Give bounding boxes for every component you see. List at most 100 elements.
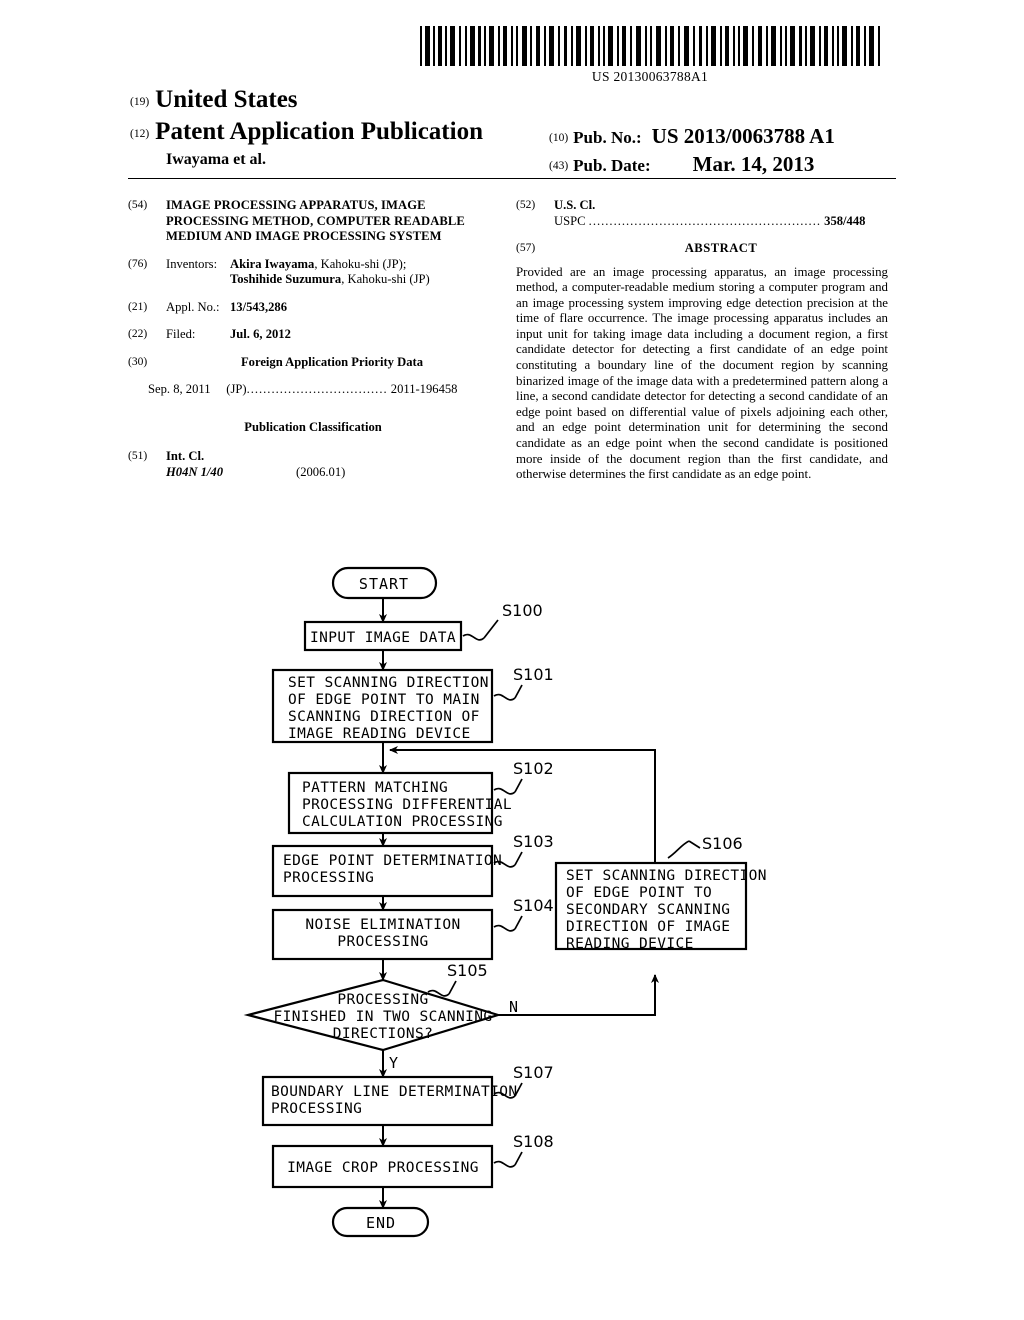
flow-node-s107: BOUNDARY LINE DETERMINATION PROCESSING S…	[261, 1063, 554, 1127]
flowchart-figure: START INPUT IMAGE DATA S100 SET SCANNING…	[0, 560, 1024, 1260]
field-appl-no: (21) Appl. No.: 13/543,286	[128, 300, 498, 316]
pubno-value: US 2013/0063788 A1	[651, 124, 835, 148]
field-inventors: (76) Inventors: Akira Iwayama, Kahoku-shi…	[128, 257, 498, 288]
invention-title: IMAGE PROCESSING APPARATUS, IMAGE PROCES…	[166, 198, 465, 243]
publication-classification-heading: Publication Classification	[244, 419, 382, 434]
flow-node-s104: NOISE ELIMINATION PROCESSING S104	[271, 896, 554, 961]
field-int-cl: (51) Int. Cl. H04N 1/40 (2006.01)	[128, 449, 498, 480]
s108-line-0: IMAGE CROP PROCESSING	[287, 1160, 479, 1176]
flow-node-end: END	[331, 1206, 430, 1238]
s106-line-0: SET SCANNING DIRECTION	[566, 868, 767, 884]
s106-line-3: DIRECTION OF IMAGE	[566, 919, 730, 935]
field-code-54: (54)	[128, 199, 148, 211]
inventor-2-city: , Kahoku-shi (JP)	[341, 272, 430, 286]
page-title: Patent Application Publication	[155, 118, 483, 145]
s107-step-id: S107	[513, 1063, 554, 1082]
field-code-30: (30)	[128, 355, 148, 368]
s104-line-0: NOISE ELIMINATION	[305, 917, 460, 933]
field-code-76: (76)	[128, 257, 148, 270]
intcl-version: (2006.01)	[296, 464, 346, 479]
s104-step-id: S104	[513, 896, 554, 915]
start-label: START	[359, 575, 409, 593]
uscl-body: U.S. Cl. USPC ..........................…	[554, 198, 888, 229]
abstract-heading: ABSTRACT	[684, 241, 758, 255]
foreign-priority-heading: Foreign Application Priority Data	[240, 354, 423, 369]
flow-node-start: START	[331, 566, 438, 600]
s102-line-2: CALCULATION PROCESSING	[302, 814, 503, 830]
uspc-row: USPC ...................................…	[554, 214, 888, 230]
flow-node-s103: EDGE POINT DETERMINATION PROCESSING S103	[271, 832, 554, 898]
intcl-body: Int. Cl. H04N 1/40 (2006.01)	[166, 449, 498, 480]
s107-line-1: PROCESSING	[271, 1101, 362, 1117]
abstract-heading-body: ABSTRACT	[554, 241, 888, 257]
s105-yes-label: Y	[389, 1054, 398, 1072]
field-filed: (22) Filed: Jul. 6, 2012	[128, 327, 498, 343]
s102-line-1: PROCESSING DIFFERENTIAL	[302, 797, 512, 813]
s103-step-id: S103	[513, 832, 554, 851]
flow-node-s100: INPUT IMAGE DATA S100	[303, 601, 543, 652]
country-code: (19)	[130, 96, 150, 108]
s106-line-4: READING DEVICE	[566, 936, 694, 952]
flowchart-svg: START INPUT IMAGE DATA S100 SET SCANNING…	[243, 566, 767, 1238]
s103-line-1: PROCESSING	[283, 870, 374, 886]
barcode-icon	[420, 26, 880, 66]
applno-label: Appl. No.:	[166, 299, 220, 314]
uspc-dot-leader: ........................................…	[588, 213, 821, 228]
pubdate-code: (43)	[549, 160, 569, 172]
barcode-area: US 20130063788A1	[418, 26, 882, 85]
s105-no-label: N	[509, 998, 518, 1016]
s105-line-1: FINISHED IN TWO SCANNING	[273, 1009, 492, 1025]
priority-date: Sep. 8, 2011	[148, 382, 211, 396]
inventors-label: Inventors:	[166, 256, 218, 271]
s100-step-id: S100	[502, 601, 543, 620]
s102-line-0: PATTERN MATCHING	[302, 780, 448, 796]
s108-step-id: S108	[513, 1132, 554, 1151]
bibliographic-right-column: (52) U.S. Cl. USPC .....................…	[516, 198, 888, 483]
priority-entry: Sep. 8, 2011 (JP).......................…	[148, 382, 498, 398]
document-type-line: (12) Patent Application Publication	[130, 118, 483, 146]
s103-line-0: EDGE POINT DETERMINATION	[283, 853, 502, 869]
publication-number-row: (10) Pub. No.: US 2013/0063788 A1	[549, 124, 835, 149]
applno-body: Appl. No.: 13/543,286	[166, 300, 498, 316]
field-code-57: (57)	[516, 242, 536, 254]
header-divider	[128, 178, 896, 179]
pubdate-label: Pub. Date:	[573, 156, 651, 175]
barcode-number: US 20130063788A1	[591, 69, 709, 84]
field-code-51: (51)	[128, 450, 148, 462]
s102-step-id: S102	[513, 759, 554, 778]
s104-line-1: PROCESSING	[337, 934, 428, 950]
bibliographic-left-column: (54) IMAGE PROCESSING APPARATUS, IMAGE P…	[128, 198, 498, 492]
applno-value: 13/543,286	[230, 299, 288, 314]
flow-node-s102: PATTERN MATCHING PROCESSING DIFFERENTIAL…	[287, 759, 554, 835]
s101-line-3: IMAGE READING DEVICE	[288, 726, 471, 742]
country-line: (19) United States	[130, 86, 298, 114]
flow-node-s106: SET SCANNING DIRECTION OF EDGE POINT TO …	[554, 834, 767, 952]
inventors-body: Inventors: Akira Iwayama, Kahoku-shi (JP)…	[166, 257, 498, 288]
field-us-cl: (52) U.S. Cl. USPC .....................…	[516, 198, 888, 229]
filed-label: Filed:	[166, 327, 196, 341]
field-abstract: (57) ABSTRACT	[516, 241, 888, 257]
pubno-label: Pub. No.:	[573, 128, 642, 147]
priority-country: (JP)	[226, 382, 247, 396]
uspc-label: USPC	[554, 213, 586, 228]
field-code-21: (21)	[128, 300, 148, 313]
uscl-label: U.S. Cl.	[554, 198, 596, 212]
s106-line-2: SECONDARY SCANNING	[566, 902, 730, 918]
intcl-row: H04N 1/40 (2006.01)	[166, 465, 498, 481]
s105-step-id: S105	[447, 961, 488, 980]
s101-line-0: SET SCANNING DIRECTION	[288, 675, 489, 691]
s105-line-0: PROCESSING	[337, 992, 428, 1008]
pubdate-value: Mar. 14, 2013	[692, 152, 815, 176]
inventor-list: Akira Iwayama, Kahoku-shi (JP); Toshihide…	[230, 257, 430, 288]
flow-node-s108: IMAGE CROP PROCESSING S108	[271, 1132, 554, 1189]
foreign-priority-body: Foreign Application Priority Data	[166, 355, 498, 371]
inventor-2-name: Toshihide Suzumura	[230, 272, 342, 286]
country-name: United States	[155, 86, 298, 113]
abstract-text: Provided are an image processing apparat…	[516, 264, 888, 482]
publication-date-row: (43) Pub. Date: Mar. 14, 2013	[549, 152, 814, 177]
s101-step-id: S101	[513, 665, 554, 684]
doc-code: (12)	[130, 128, 150, 140]
flow-node-s101: SET SCANNING DIRECTION OF EDGE POINT TO …	[271, 665, 554, 744]
s101-line-2: SCANNING DIRECTION OF	[288, 709, 480, 725]
field-code-22: (22)	[128, 328, 148, 340]
